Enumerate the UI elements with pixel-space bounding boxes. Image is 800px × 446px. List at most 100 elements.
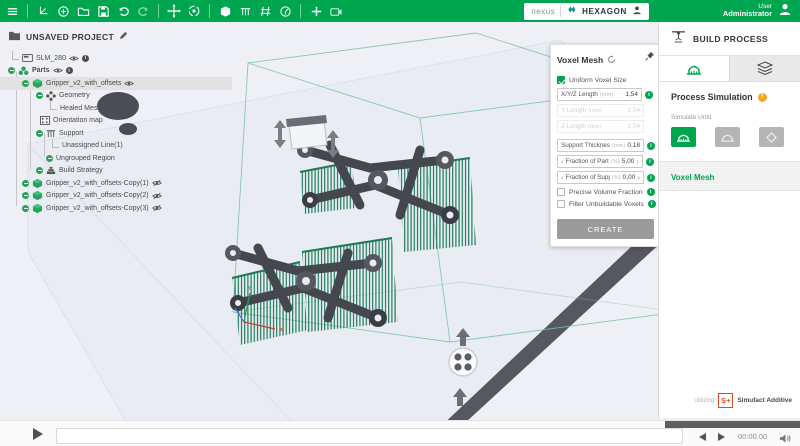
simulate-cutoff-button[interactable] (759, 127, 784, 147)
checkbox-checked-icon[interactable] (557, 76, 565, 84)
undo-icon[interactable] (115, 3, 131, 19)
fraction-of-support-stepper[interactable]: ‹ Fraction of Suppor... (%) 0,00 › i (557, 171, 653, 184)
field-value[interactable]: 0,18 (627, 142, 640, 149)
field-value[interactable]: 0,00 (623, 174, 636, 181)
nexus-hexagon-badge[interactable]: nexus HEXAGON (524, 3, 649, 20)
field-value[interactable]: 1,54 (625, 91, 638, 98)
tree-expander[interactable] (36, 130, 43, 137)
tree-expander[interactable] (36, 167, 43, 174)
info-icon[interactable]: i (645, 91, 653, 99)
account-icon[interactable] (632, 2, 642, 20)
visibility-eye-off-icon[interactable] (152, 204, 162, 212)
simulate-cooldown-button[interactable] (715, 127, 740, 147)
part-cube-icon (32, 190, 43, 201)
info-icon[interactable]: i (648, 200, 656, 208)
tree-item-parts[interactable]: Parts i (0, 65, 240, 78)
toolbar-divider (158, 4, 159, 18)
seek-bar[interactable] (56, 428, 683, 444)
info-icon[interactable]: i (646, 158, 654, 166)
tree-item-gripper-copy1[interactable]: Gripper_v2_with_offsets-Copy(1) (0, 177, 240, 190)
tab-process-simulation[interactable] (659, 56, 729, 81)
add-circle-icon[interactable] (55, 3, 71, 19)
info-icon[interactable]: i (647, 174, 655, 182)
tree-item-support[interactable]: Support (0, 127, 240, 140)
tree-elbow (52, 139, 59, 148)
filter-unbuildable-voxels-checkbox[interactable]: Filter Unbuildable Voxels i (557, 200, 653, 208)
checkbox-icon[interactable] (557, 188, 565, 196)
camera-view-icon[interactable] (328, 3, 344, 19)
rotate-icon[interactable] (186, 3, 202, 19)
menu-icon[interactable] (4, 3, 20, 19)
axes-icon[interactable] (35, 3, 51, 19)
checkbox-icon[interactable] (557, 200, 565, 208)
tab-layers[interactable] (729, 56, 800, 81)
axis-x-label: X (279, 327, 284, 334)
orientation-icon[interactable] (277, 3, 293, 19)
cube-icon[interactable] (217, 3, 233, 19)
save-icon[interactable] (95, 3, 111, 19)
info-icon[interactable]: i (647, 142, 655, 150)
stepper-decrement[interactable]: ‹ (561, 158, 564, 166)
visibility-eye-off-icon[interactable] (152, 179, 162, 187)
step-forward-button[interactable] (718, 433, 725, 441)
info-icon[interactable]: i (647, 188, 655, 196)
machine-icon (22, 54, 33, 62)
slicing-icon[interactable] (257, 3, 273, 19)
edit-pencil-icon[interactable] (119, 31, 128, 42)
stepper-increment[interactable]: › (637, 174, 640, 182)
visibility-eye-icon[interactable] (124, 80, 134, 87)
field-value: 1,54 (627, 123, 640, 130)
voxel-mesh-section-header[interactable]: Voxel Mesh (659, 161, 800, 191)
warning-icon: ! (758, 93, 767, 102)
support-thickness-field[interactable]: Support Thickness (mm) 0,18 i (557, 139, 653, 152)
fraction-of-part-stepper[interactable]: ‹ Fraction of Part (%) 5,00 › i (557, 155, 653, 168)
tree-expander[interactable] (22, 80, 29, 87)
stepper-decrement[interactable]: ‹ (561, 174, 564, 182)
stepper-increment[interactable]: › (636, 158, 639, 166)
build-process-panel: BUILD PROCESS Process Simulation ! Simul… (658, 22, 800, 418)
part-cube-icon (32, 178, 43, 189)
info-icon[interactable]: i (82, 55, 89, 62)
tree-item-gripper-copy3[interactable]: Gripper_v2_with_offsets-Copy(3) (0, 202, 240, 215)
pill-divider (560, 6, 561, 17)
tree-expander[interactable] (36, 92, 43, 99)
speaker-icon[interactable] (779, 431, 791, 446)
create-button[interactable]: CREATE (557, 219, 654, 239)
tree-item-build-strategy[interactable]: Build Strategy (0, 165, 240, 178)
redo-icon[interactable] (135, 3, 151, 19)
play-button[interactable] (33, 428, 43, 440)
pin-icon[interactable] (645, 48, 655, 66)
uniform-voxel-checkbox[interactable]: Uniform Voxel Size (557, 76, 653, 84)
refresh-icon[interactable] (607, 51, 616, 69)
tree-expander[interactable] (46, 155, 53, 162)
add-icon[interactable] (308, 3, 324, 19)
tree-expander[interactable] (22, 205, 29, 212)
tree-expander[interactable] (8, 67, 15, 74)
tree-item-gripper-copy2[interactable]: Gripper_v2_with_offsets-Copy(2) (0, 190, 240, 203)
tree-item-machine[interactable]: SLM_280 i (0, 52, 240, 65)
simulate-build-button[interactable] (671, 127, 696, 147)
step-back-button[interactable] (699, 433, 706, 441)
xyz-length-field[interactable]: X/Y/Z Length (mm) 1,54 i (557, 88, 653, 101)
move-icon[interactable] (166, 3, 182, 19)
tree-item-orientation-map[interactable]: Orientation map (0, 115, 240, 128)
tree-item-gripper[interactable]: Gripper_v2_with_offsets (0, 77, 232, 90)
open-folder-icon[interactable] (75, 3, 91, 19)
simufact-branding: utilizing S+ Simufact Additive (694, 393, 792, 408)
info-icon[interactable]: i (66, 67, 73, 74)
voxel-panel-title: Voxel Mesh (557, 55, 603, 65)
visibility-eye-icon[interactable] (53, 67, 63, 74)
generate-supports-icon[interactable] (237, 3, 253, 19)
precise-volume-fraction-checkbox[interactable]: Precise Volume Fraction i (557, 188, 653, 196)
tree-expander[interactable] (22, 180, 29, 187)
tree-item-healed-mesh[interactable]: Healed Mesh (0, 102, 240, 115)
tree-expander[interactable] (22, 192, 29, 199)
visibility-eye-icon[interactable] (69, 55, 79, 62)
tree-item-geometry[interactable]: Geometry (0, 90, 240, 103)
tree-item-ungrouped-region[interactable]: Ungrouped Region (0, 152, 240, 165)
user-menu[interactable]: User Administrator (723, 2, 792, 21)
tree-item-unassigned-line[interactable]: Unassigned Line(1) (0, 140, 240, 153)
visibility-eye-off-icon[interactable] (152, 192, 162, 200)
laser-printer-icon (671, 30, 686, 48)
field-value[interactable]: 5,00 (622, 158, 635, 165)
